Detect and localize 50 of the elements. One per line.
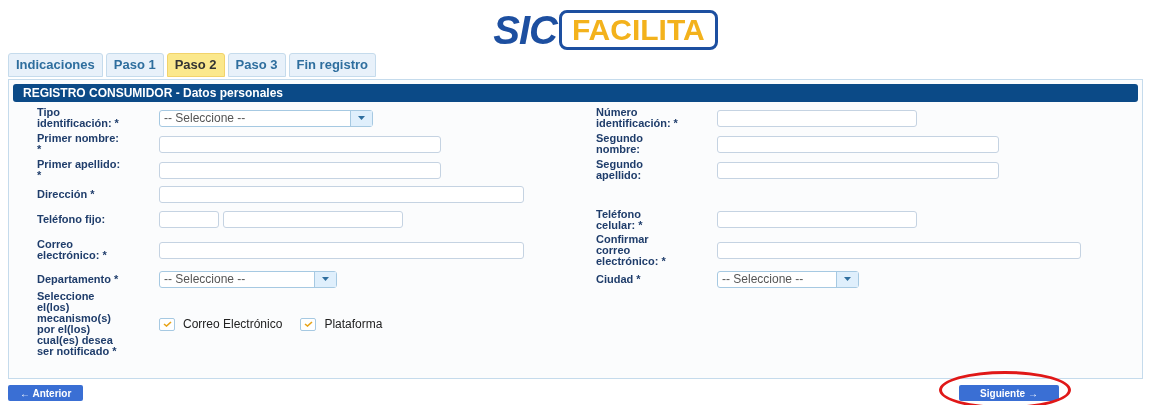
select-value: -- Seleccione -- — [163, 110, 247, 126]
text-field[interactable] — [717, 109, 917, 127]
select-field[interactable]: -- Seleccione -- — [159, 270, 337, 288]
check-icon — [303, 321, 313, 327]
field-label: Correo electrónico: * — [37, 239, 108, 261]
logo-text: SIC — [493, 9, 557, 50]
checkbox-label: Plataforma — [324, 316, 383, 333]
text-field[interactable] — [717, 241, 1081, 259]
text-field[interactable] — [717, 135, 999, 153]
field-label: Número identificación: * — [596, 107, 679, 129]
caret-icon — [314, 271, 336, 287]
text-field[interactable] — [159, 186, 524, 203]
checkbox[interactable] — [159, 317, 175, 331]
field-label: Departamento * — [37, 273, 120, 285]
tab[interactable]: Paso 2 — [166, 53, 225, 77]
field-label: Primer nombre: * — [37, 133, 120, 155]
field-label: Teléfono celular: * — [596, 208, 644, 231]
caret-icon — [350, 110, 372, 126]
text-field[interactable] — [717, 211, 917, 228]
field-label: Segundo nombre: — [596, 133, 645, 155]
select-field[interactable]: -- Seleccione -- — [717, 270, 859, 288]
text-field[interactable] — [159, 135, 441, 153]
tab[interactable]: Paso 1 — [105, 53, 164, 77]
field-label: Dirección * — [37, 189, 96, 200]
select-field[interactable]: -- Seleccione -- — [159, 109, 373, 127]
text-field[interactable] — [159, 161, 441, 179]
field-label: Seleccione el(los) mecanismo(s) por el(los) cual(es) desea ser notificado * — [37, 291, 118, 357]
next-button[interactable]: Siguiente → — [959, 385, 1059, 401]
field-label: Ciudad * — [596, 273, 642, 285]
previous-button[interactable]: ← Anterior — [8, 385, 84, 401]
caret-icon — [836, 271, 858, 287]
field-label: Segundo apellido: — [596, 159, 645, 181]
tab[interactable]: Paso 3 — [227, 53, 286, 77]
text-field[interactable] — [159, 241, 524, 259]
check-icon — [162, 321, 172, 327]
logo-bubble: FACILITA — [558, 9, 718, 50]
checkbox[interactable] — [300, 317, 317, 331]
text-field[interactable] — [223, 211, 403, 228]
field-label: Confirmar correo electrónico: * — [596, 233, 667, 267]
checkbox-label: Correo Electrónico — [183, 316, 283, 333]
field-label: Tipo identificación: * — [37, 107, 120, 129]
field-label: Teléfono fijo: — [37, 214, 107, 225]
panel-header: REGISTRO CONSUMIDOR - Datos personales — [13, 84, 1138, 102]
select-value: -- Seleccione -- — [721, 271, 805, 287]
text-field[interactable] — [717, 161, 999, 179]
tab[interactable]: Indicaciones — [8, 53, 103, 77]
field-label: Primer apellido: * — [37, 159, 121, 181]
tab[interactable]: Fin registro — [288, 53, 377, 77]
text-field[interactable] — [159, 211, 219, 228]
select-value: -- Seleccione -- — [163, 271, 247, 287]
